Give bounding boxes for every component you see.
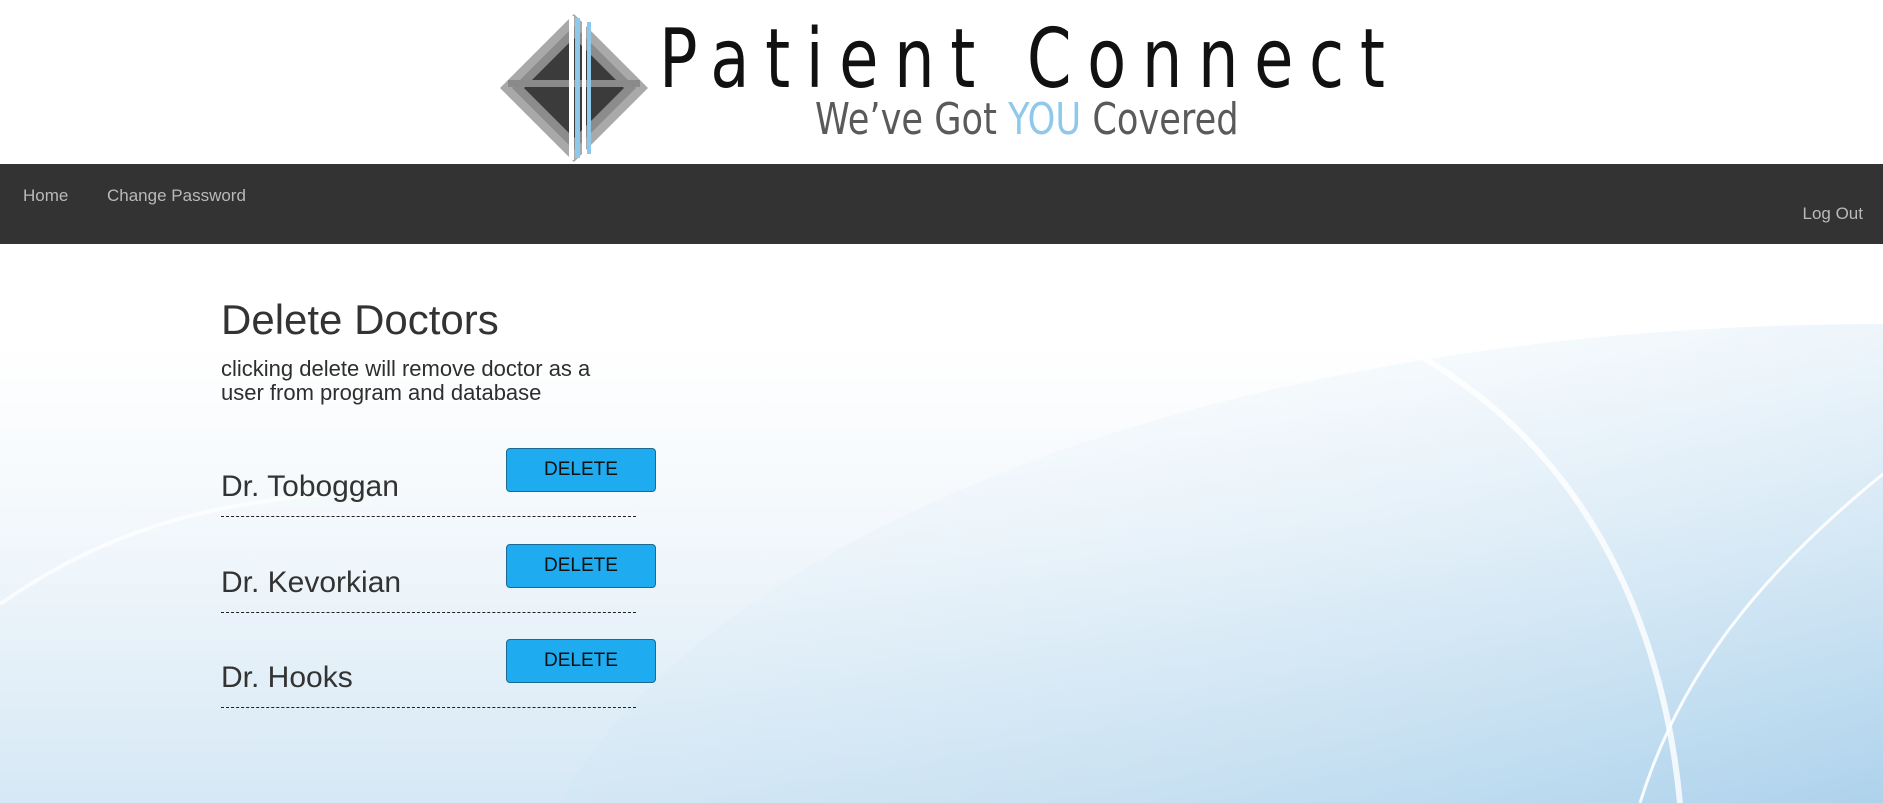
doctor-row: Dr. Toboggan DELETE <box>221 448 661 544</box>
nav-log-out-link[interactable]: Log Out <box>1803 204 1864 224</box>
nav-home-link[interactable]: Home <box>23 186 68 206</box>
nav-change-password-link[interactable]: Change Password <box>107 186 246 206</box>
header: Patient Connect We’ve Got YOU Covered <box>0 0 1883 164</box>
page-description: clicking delete will remove doctor as a … <box>221 356 591 405</box>
delete-doctor-button[interactable]: DELETE <box>506 639 656 683</box>
doctor-name: Dr. Kevorkian <box>221 566 402 599</box>
navbar: Home Change Password Log Out <box>0 164 1883 244</box>
logo-diamond-icon <box>500 14 648 162</box>
delete-doctor-button[interactable]: DELETE <box>506 544 656 588</box>
tagline-suffix: Covered <box>1081 94 1239 145</box>
row-divider <box>221 707 636 708</box>
tagline-accent: YOU <box>1008 94 1082 145</box>
doctor-name: Dr. Hooks <box>221 661 353 694</box>
doctor-row: Dr. Kevorkian DELETE <box>221 544 661 640</box>
row-divider <box>221 516 636 517</box>
logo-tagline: We’ve Got YOU Covered <box>815 94 1239 146</box>
delete-doctor-button[interactable]: DELETE <box>506 448 656 492</box>
page-title: Delete Doctors <box>221 296 499 343</box>
doctor-name: Dr. Toboggan <box>221 470 399 503</box>
tagline-prefix: We’ve Got <box>815 94 1009 145</box>
doctor-row: Dr. Hooks DELETE <box>221 639 661 735</box>
row-divider <box>221 612 636 613</box>
